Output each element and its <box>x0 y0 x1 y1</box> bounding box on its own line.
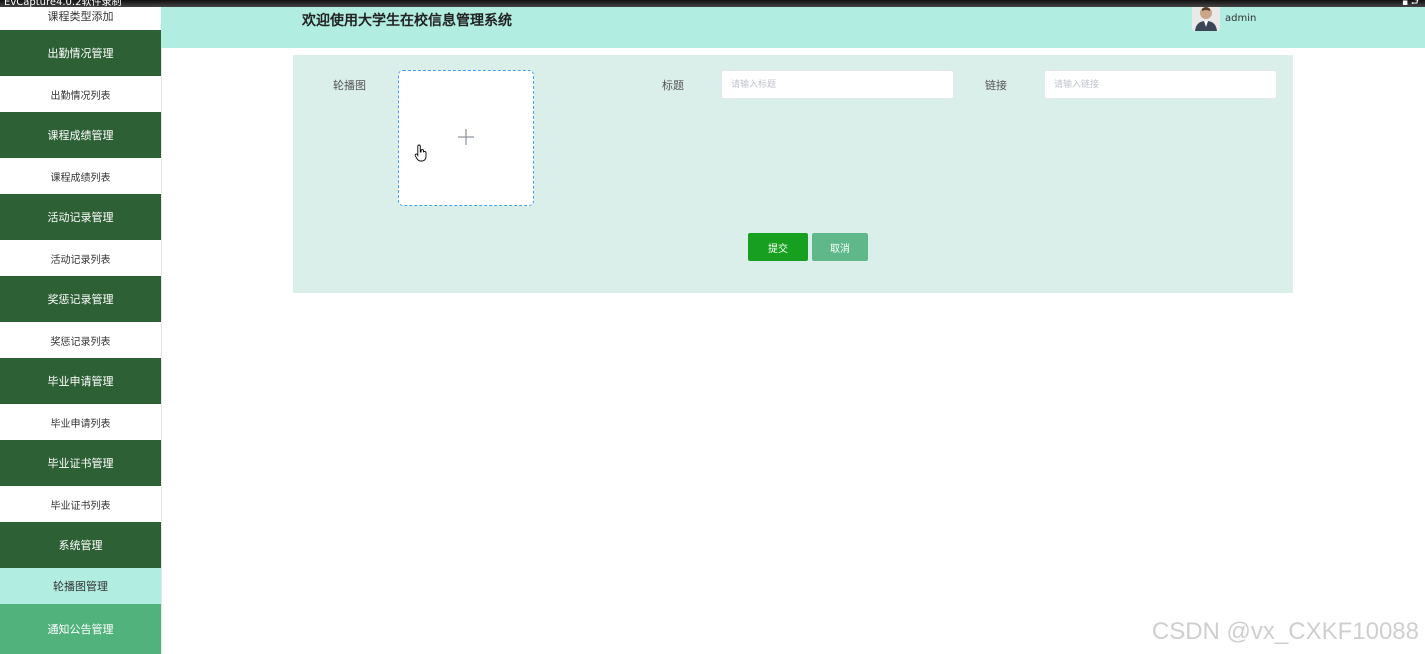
sidebar-group-attendance[interactable]: 出勤情况管理 <box>0 30 161 76</box>
csdn-watermark: CSDN @vx_CXKF10088 <box>1151 618 1419 645</box>
screen-recorder-bar: EvCapture4.0.2软件录制 ▪ ⮐ <box>0 0 1425 8</box>
user-avatar[interactable] <box>1192 3 1220 31</box>
title-label: 标题 <box>662 79 684 92</box>
sidebar-item-label: 课程类型添加 <box>47 10 114 23</box>
sidebar: 课程类型添加 出勤情况管理 出勤情况列表 课程成绩管理 课程成绩列表 活动记录管… <box>0 0 162 654</box>
carousel-form: 轮播图 标题 链接 提交 取消 <box>293 55 1293 293</box>
sidebar-group-rewards-penalties[interactable]: 奖惩记录管理 <box>0 276 161 322</box>
sidebar-group-course-grades[interactable]: 课程成绩管理 <box>0 112 161 158</box>
sidebar-item-label: 出勤情况列表 <box>50 90 111 102</box>
sidebar-item-label: 毕业证书列表 <box>50 500 111 512</box>
sidebar-item-label: 奖惩记录列表 <box>50 336 111 348</box>
page-title: 欢迎使用大学生在校信息管理系统 <box>302 13 512 29</box>
plus-icon <box>458 129 474 145</box>
carousel-image-label: 轮播图 <box>333 79 366 92</box>
sidebar-item-label: 系统管理 <box>58 539 103 552</box>
cancel-button[interactable]: 取消 <box>812 233 868 261</box>
sidebar-item-label: 活动记录列表 <box>50 254 111 266</box>
submit-button[interactable]: 提交 <box>748 233 808 261</box>
image-uploader[interactable] <box>398 70 534 206</box>
sidebar-item-label: 毕业申请列表 <box>50 418 111 430</box>
username: admin <box>1225 13 1257 24</box>
sidebar-group-system-management[interactable]: 系统管理 <box>0 522 161 568</box>
sidebar-item-graduation-application-list[interactable]: 毕业申请列表 <box>0 404 161 440</box>
recorder-controls[interactable]: ▪ ⮐ <box>1402 0 1419 8</box>
sidebar-item-course-grades-list[interactable]: 课程成绩列表 <box>0 158 161 194</box>
sidebar-item-label: 奖惩记录管理 <box>47 293 114 306</box>
sidebar-item-label: 毕业证书管理 <box>47 457 114 470</box>
sidebar-group-graduation-certificate[interactable]: 毕业证书管理 <box>0 440 161 486</box>
sidebar-item-label: 课程成绩列表 <box>50 172 111 184</box>
link-label: 链接 <box>985 79 1007 92</box>
sidebar-item-label: 毕业申请管理 <box>47 375 114 388</box>
sidebar-item-activity-records-list[interactable]: 活动记录列表 <box>0 240 161 276</box>
sidebar-item-label: 课程成绩管理 <box>47 129 114 142</box>
sidebar-item-label: 通知公告管理 <box>47 623 114 636</box>
sidebar-item-label: 出勤情况管理 <box>47 47 114 60</box>
sidebar-item-label: 活动记录管理 <box>47 211 114 224</box>
sidebar-item-graduation-certificate-list[interactable]: 毕业证书列表 <box>0 486 161 522</box>
title-input[interactable] <box>721 70 954 99</box>
avatar-person-icon <box>1192 3 1220 31</box>
hand-cursor-icon <box>414 144 427 162</box>
recorder-title: EvCapture4.0.2软件录制 <box>4 0 122 8</box>
sidebar-group-activity-records[interactable]: 活动记录管理 <box>0 194 161 240</box>
sidebar-item-attendance-list[interactable]: 出勤情况列表 <box>0 76 161 112</box>
sidebar-item-rewards-penalties-list[interactable]: 奖惩记录列表 <box>0 322 161 358</box>
top-header: 欢迎使用大学生在校信息管理系统 admin <box>161 0 1425 48</box>
sidebar-item-notice-management[interactable]: 通知公告管理 <box>0 604 161 654</box>
sidebar-item-label: 轮播图管理 <box>53 580 108 593</box>
sidebar-group-graduation-application[interactable]: 毕业申请管理 <box>0 358 161 404</box>
app-window: 课程类型添加 出勤情况管理 出勤情况列表 课程成绩管理 课程成绩列表 活动记录管… <box>0 0 1425 654</box>
link-input[interactable] <box>1044 70 1277 99</box>
sidebar-item-carousel-management[interactable]: 轮播图管理 <box>0 568 161 604</box>
